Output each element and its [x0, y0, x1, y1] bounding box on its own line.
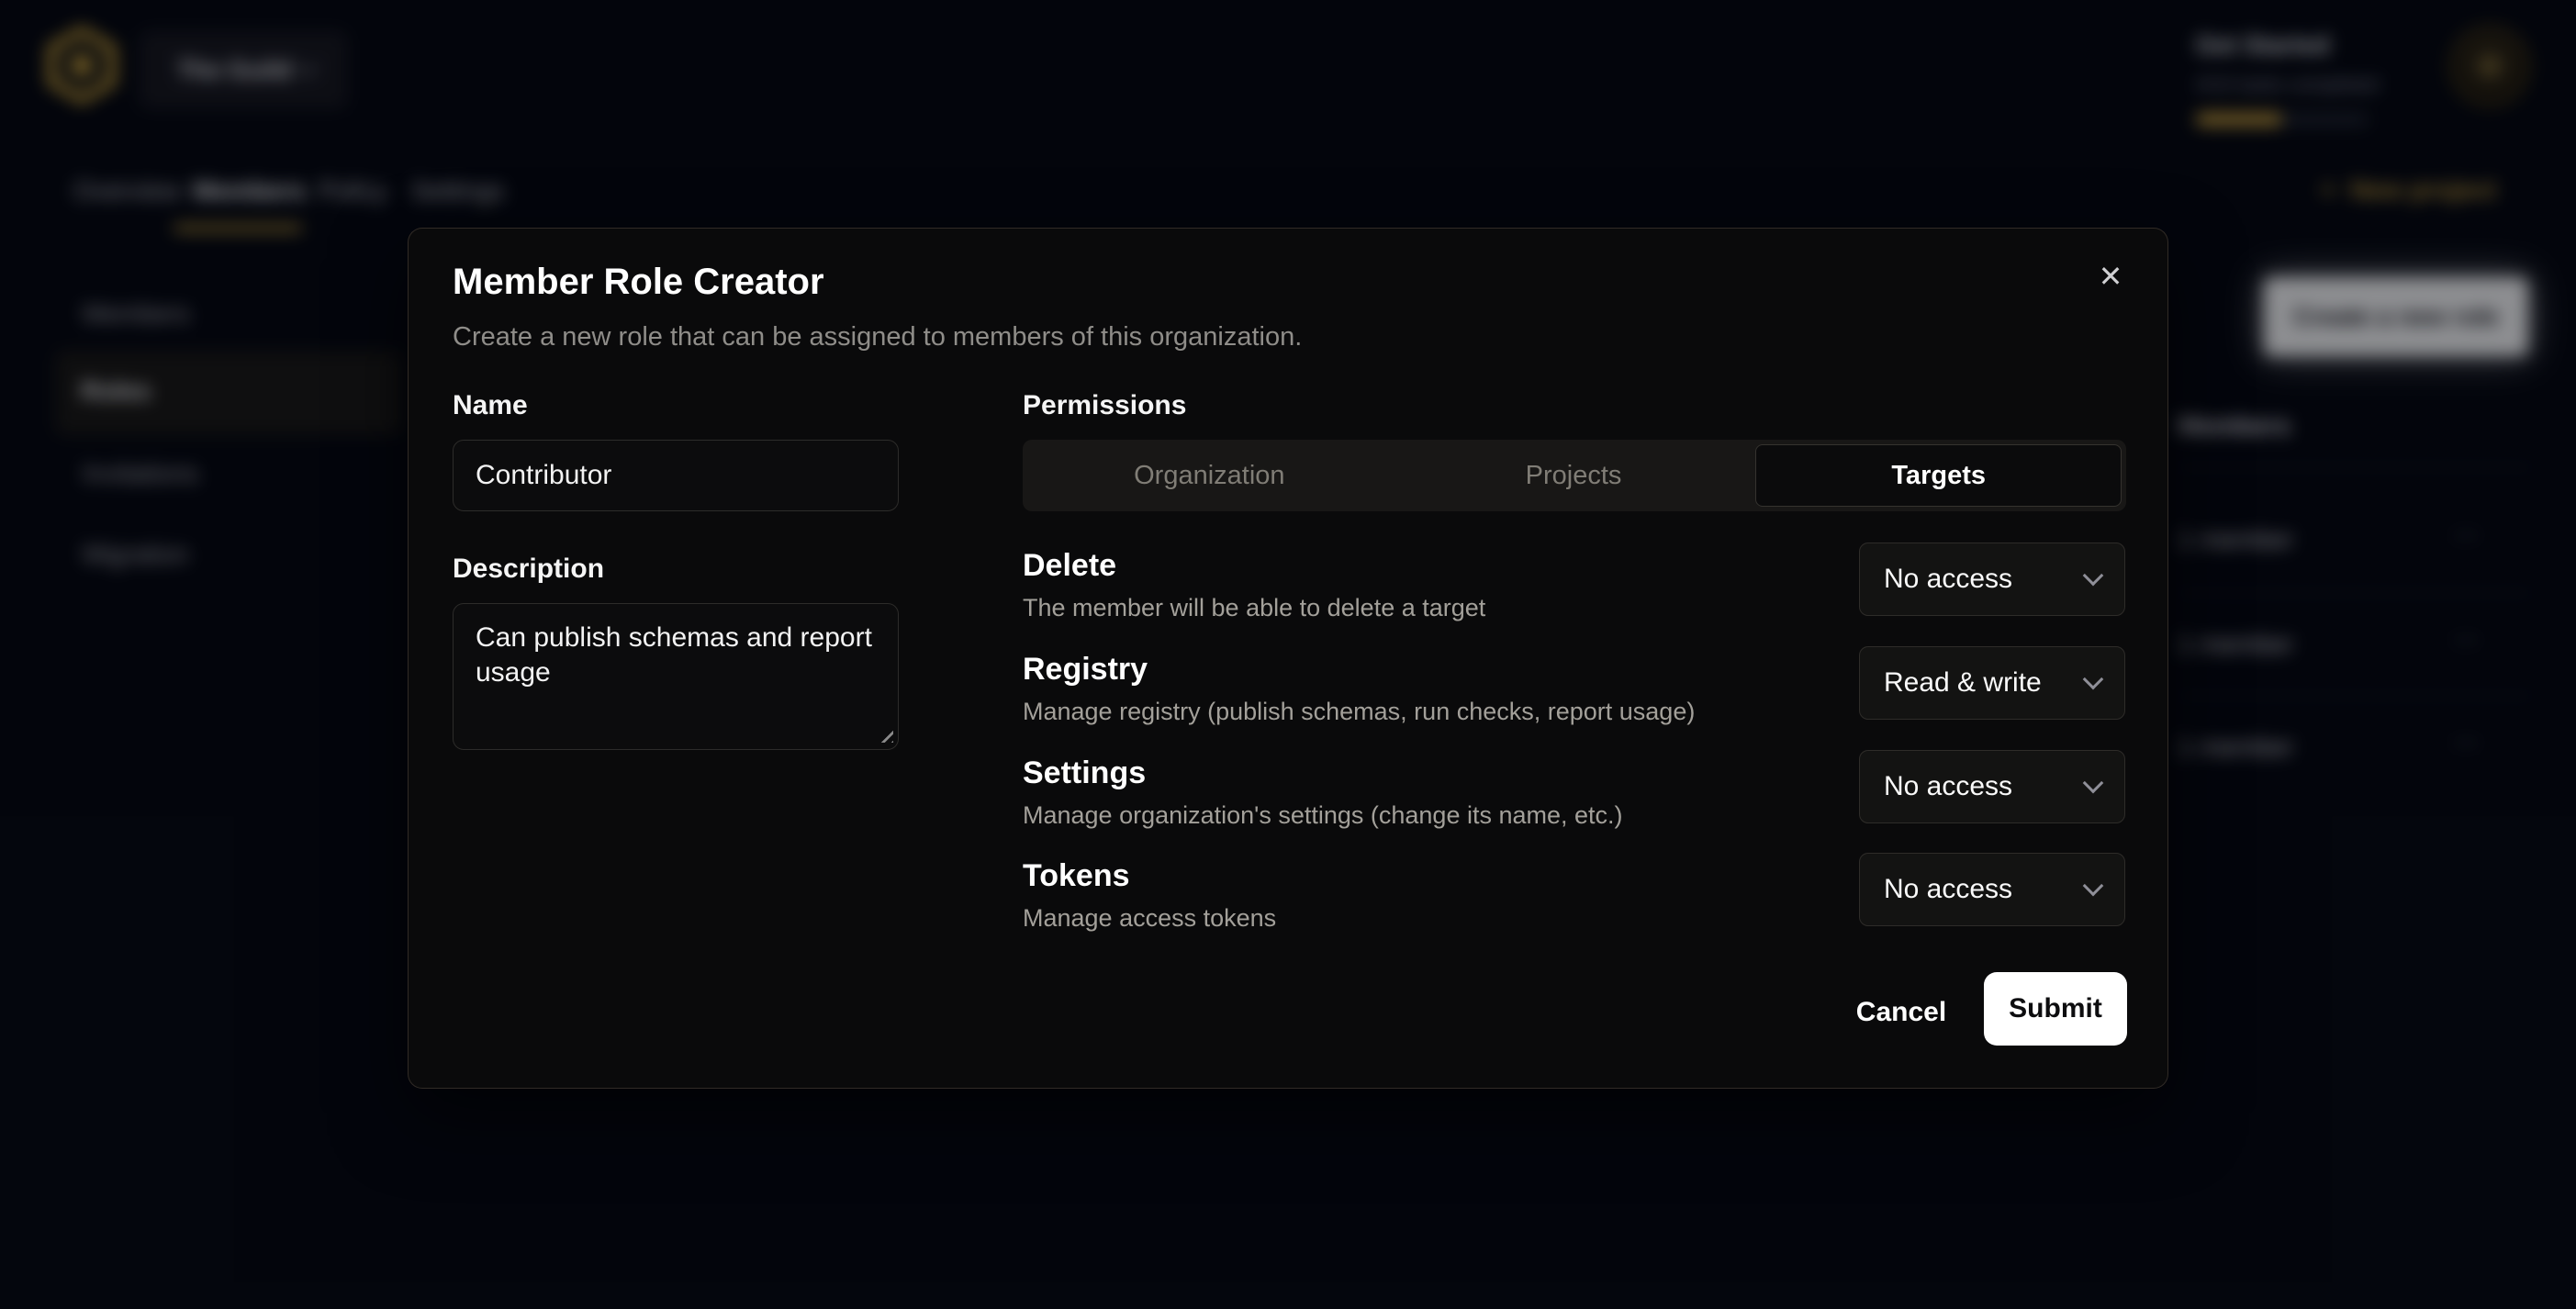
permission-select-tokens[interactable]: No access [1859, 853, 2125, 926]
description-label: Description [453, 554, 604, 585]
cancel-button[interactable]: Cancel [1846, 976, 1956, 1049]
submit-button[interactable]: Submit [1984, 972, 2127, 1046]
permissions-tabs: Organization Projects Targets [1023, 440, 2126, 511]
permission-select-settings[interactable]: No access [1859, 750, 2125, 823]
description-field-wrap: Can publish schemas and report usage [453, 603, 899, 750]
permission-desc-settings: Manage organization's settings (change i… [1023, 801, 1623, 830]
member-role-creator-modal: ✕ Member Role Creator Create a new role … [408, 228, 2168, 1089]
chevron-down-icon [2083, 773, 2104, 794]
chevron-down-icon [2083, 565, 2104, 587]
permission-title-settings: Settings [1023, 755, 1146, 791]
permissions-tab-organization[interactable]: Organization [1027, 444, 1392, 507]
permissions-tab-targets[interactable]: Targets [1755, 444, 2122, 507]
permissions-tab-projects[interactable]: Projects [1392, 444, 1756, 507]
permission-select-registry[interactable]: Read & write [1859, 646, 2125, 720]
close-icon[interactable]: ✕ [2090, 256, 2131, 296]
permission-desc-delete: The member will be able to delete a targ… [1023, 594, 1485, 622]
name-input[interactable] [453, 440, 899, 511]
chevron-down-icon [2083, 669, 2104, 690]
permission-desc-tokens: Manage access tokens [1023, 904, 1276, 933]
chevron-down-icon [2083, 876, 2104, 897]
permissions-label: Permissions [1023, 390, 1186, 421]
page: The Guild Get Started 4/10 tasks complet… [0, 0, 2576, 1309]
modal-subtitle: Create a new role that can be assigned t… [453, 322, 1302, 352]
permission-title-registry: Registry [1023, 652, 1148, 688]
permission-title-delete: Delete [1023, 548, 1116, 584]
description-textarea[interactable]: Can publish schemas and report usage [453, 603, 899, 750]
permission-title-tokens: Tokens [1023, 858, 1130, 894]
permission-desc-registry: Manage registry (publish schemas, run ch… [1023, 698, 1695, 726]
name-label: Name [453, 390, 528, 421]
modal-title: Member Role Creator [453, 262, 824, 303]
permission-select-delete[interactable]: No access [1859, 543, 2125, 616]
